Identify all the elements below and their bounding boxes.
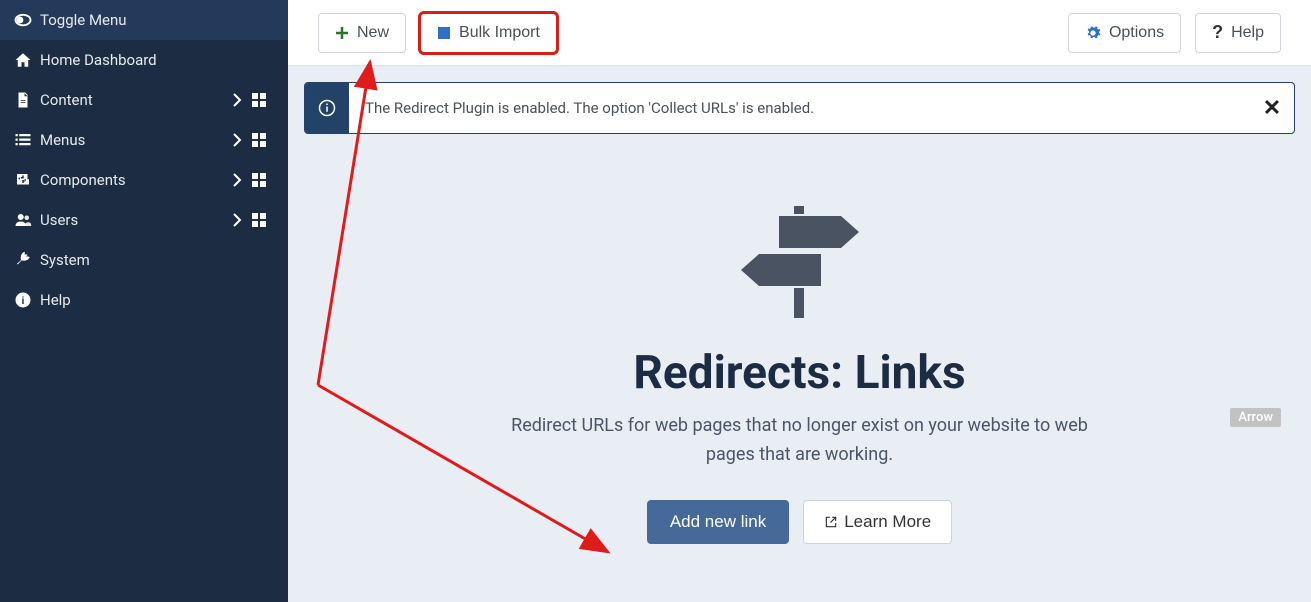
square-icon — [437, 26, 451, 40]
grid-icon[interactable] — [252, 173, 274, 187]
sidebar-item-help[interactable]: i Help — [0, 280, 288, 320]
info-alert: The Redirect Plugin is enabled. The opti… — [304, 82, 1295, 134]
new-button[interactable]: New — [318, 13, 406, 53]
sidebar-item-users[interactable]: Users — [0, 200, 288, 240]
help-icon: i — [14, 291, 40, 309]
toggle-icon — [14, 11, 40, 29]
learn-more-label: Learn More — [844, 512, 931, 532]
sidebar-item-label: Home Dashboard — [40, 51, 274, 69]
alert-close-button[interactable]: ✕ — [1250, 83, 1294, 133]
help-button[interactable]: ? Help — [1195, 13, 1281, 53]
sidebar-item-content[interactable]: Content — [0, 80, 288, 120]
sidebar-item-toggle-menu[interactable]: Toggle Menu — [0, 0, 288, 40]
sidebar-item-label: Users — [40, 211, 232, 229]
main: New Bulk Import Options ? Help The Redir… — [288, 0, 1311, 602]
chevron-right-icon — [232, 213, 252, 227]
svg-text:i: i — [22, 295, 25, 307]
page-description: Redirect URLs for web pages that no long… — [500, 412, 1100, 470]
chevron-right-icon — [232, 133, 252, 147]
content-area: The Redirect Plugin is enabled. The opti… — [288, 66, 1311, 602]
grid-icon[interactable] — [252, 133, 274, 147]
sidebar: Toggle Menu Home Dashboard Content Menus… — [0, 0, 288, 602]
system-icon — [14, 251, 40, 269]
content-icon — [14, 91, 40, 109]
learn-more-button[interactable]: Learn More — [803, 500, 952, 544]
new-button-label: New — [357, 24, 389, 42]
toolbar: New Bulk Import Options ? Help — [288, 0, 1311, 66]
home-icon — [14, 51, 40, 69]
options-label: Options — [1109, 24, 1164, 42]
sidebar-item-components[interactable]: Components — [0, 160, 288, 200]
add-new-link-label: Add new link — [670, 512, 766, 532]
users-icon — [14, 211, 40, 229]
sidebar-item-label: Help — [40, 291, 274, 309]
add-new-link-button[interactable]: Add new link — [647, 500, 789, 544]
grid-icon[interactable] — [252, 93, 274, 107]
chevron-right-icon — [232, 173, 252, 187]
hero: Redirects: Links Redirect URLs for web p… — [304, 154, 1295, 544]
signpost-icon — [304, 198, 1295, 328]
bulk-import-label: Bulk Import — [459, 24, 540, 42]
page-title: Redirects: Links — [304, 346, 1295, 400]
question-icon: ? — [1212, 22, 1223, 43]
gear-icon — [1085, 25, 1101, 41]
sidebar-item-home[interactable]: Home Dashboard — [0, 40, 288, 80]
chevron-right-icon — [232, 93, 252, 107]
sidebar-item-label: Content — [40, 91, 232, 109]
components-icon — [14, 171, 40, 189]
sidebar-item-system[interactable]: System — [0, 240, 288, 280]
sidebar-item-label: Toggle Menu — [40, 11, 274, 29]
external-link-icon — [824, 515, 838, 529]
menus-icon — [14, 131, 40, 149]
bulk-import-button[interactable]: Bulk Import — [420, 13, 557, 53]
help-label: Help — [1231, 24, 1264, 42]
alert-text: The Redirect Plugin is enabled. The opti… — [349, 83, 1250, 133]
plus-icon — [335, 26, 349, 40]
hero-buttons: Add new link Learn More — [304, 500, 1295, 544]
options-button[interactable]: Options — [1068, 13, 1181, 53]
grid-icon[interactable] — [252, 213, 274, 227]
sidebar-item-label: Menus — [40, 131, 232, 149]
info-icon — [305, 83, 349, 133]
arrow-badge: Arrow — [1230, 408, 1281, 427]
sidebar-item-label: Components — [40, 171, 232, 189]
sidebar-item-menus[interactable]: Menus — [0, 120, 288, 160]
sidebar-item-label: System — [40, 251, 274, 269]
